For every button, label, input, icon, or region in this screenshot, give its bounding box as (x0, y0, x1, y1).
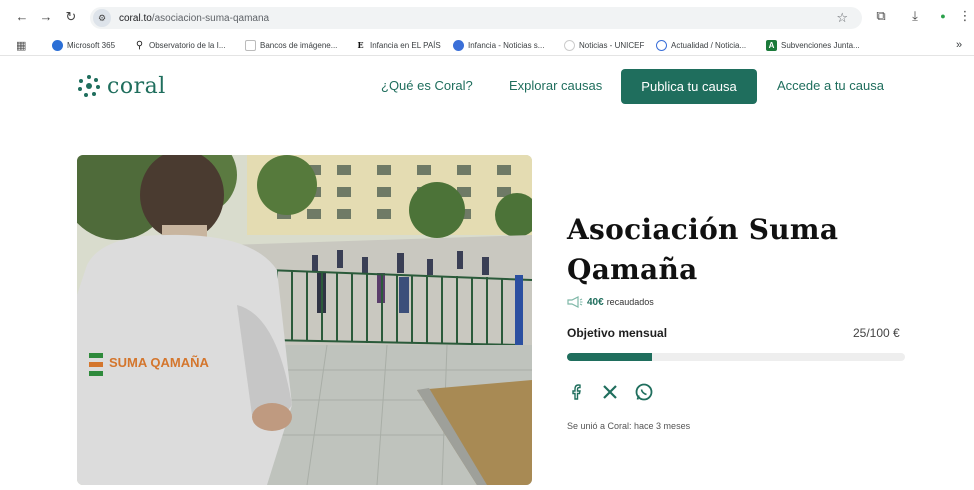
reload-icon[interactable]: ↻ (63, 9, 79, 25)
megaphone-icon (567, 296, 583, 308)
monthly-goal-value: 25/100 € (853, 326, 900, 340)
globe-icon (453, 39, 464, 51)
pin-icon: ⚲ (135, 39, 144, 51)
image-bank-icon (245, 39, 256, 51)
el-pais-icon: E (357, 39, 364, 50)
goal-progress-fill (567, 353, 652, 361)
bookmark-subvenciones[interactable]: A Subvenciones Junta... (766, 38, 860, 52)
back-arrow-icon[interactable]: ← (14, 9, 30, 25)
bookmark-label: Bancos de imágene... (260, 40, 338, 50)
news-icon (656, 39, 667, 51)
unicef-icon (564, 39, 575, 51)
address-bar[interactable]: ⚙ coral.to/asociacion-suma-qamana ☆ (90, 7, 862, 29)
bookmark-actualidad[interactable]: Actualidad / Noticia... (656, 38, 746, 52)
nav-que-es-coral[interactable]: ¿Qué es Coral? (381, 78, 473, 93)
cause-title: Asociación Suma Qamaña (567, 213, 839, 286)
bookmark-infancia-noticias[interactable]: Infancia - Noticias s... (453, 38, 544, 52)
bookmark-label: Observatorio de la I... (149, 40, 226, 50)
x-icon[interactable] (600, 382, 620, 402)
download-icon[interactable]: ⤓ (906, 8, 924, 24)
junta-icon: A (766, 39, 777, 51)
menu-dots-icon[interactable]: ⋮ (956, 8, 974, 24)
site-info-icon[interactable]: ⚙ (93, 9, 111, 27)
bookmark-observatorio[interactable]: ⚲ Observatorio de la I... (134, 38, 226, 52)
profile-icon[interactable]: ● (934, 8, 952, 24)
forward-arrow-icon[interactable]: → (38, 9, 54, 25)
goal-progress-bar (567, 353, 905, 361)
more-bookmarks-button[interactable]: » (956, 38, 962, 52)
brand-name: coral (107, 73, 166, 99)
raised-summary: 40€ recaudados (567, 295, 654, 309)
bookmark-label: Actualidad / Noticia... (671, 40, 747, 50)
bookmarks-bar: ▦ Microsoft 365 ⚲ Observatorio de la I..… (0, 34, 974, 56)
whatsapp-icon[interactable] (634, 382, 654, 402)
apps-grid-icon[interactable]: ▦ (16, 38, 26, 52)
bookmark-label: Infancia en EL PAÍS (370, 40, 441, 50)
coral-logo[interactable]: coral (77, 72, 166, 100)
joined-date: Se unió a Coral: hace 3 meses (567, 421, 691, 431)
cause-photo: SUMA QAMAÑA (77, 155, 532, 485)
nav-access-cause[interactable]: Accede a tu causa (777, 78, 884, 93)
facebook-icon[interactable] (567, 382, 587, 402)
nav-explorar-causas[interactable]: Explorar causas (509, 78, 602, 93)
url-text[interactable]: coral.to/asociacion-suma-qamana (119, 13, 269, 24)
vest-logo-text: SUMA QAMAÑA (109, 355, 210, 370)
bookmark-el-pais[interactable]: E Infancia en EL PAÍS (355, 38, 441, 52)
raised-label: recaudados (606, 297, 654, 307)
microsoft-365-icon (52, 39, 63, 51)
bookmark-label: Subvenciones Junta... (781, 40, 860, 50)
bookmark-label: Infancia - Noticias s... (468, 40, 545, 50)
bookmark-star-icon[interactable]: ☆ (836, 10, 848, 26)
bookmark-microsoft-365[interactable]: Microsoft 365 (52, 38, 115, 52)
bookmark-unicef[interactable]: Noticias - UNICEF (564, 38, 644, 52)
publish-cause-button[interactable]: Publica tu causa (621, 69, 757, 104)
extensions-icon[interactable]: ⧉ (872, 8, 890, 24)
browser-toolbar: ← → ↻ ⚙ coral.to/asociacion-suma-qamana … (0, 0, 974, 34)
coral-logo-icon (78, 75, 100, 97)
bookmark-bancos[interactable]: Bancos de imágene... (245, 38, 337, 52)
bookmark-label: Microsoft 365 (67, 40, 116, 50)
monthly-goal-label: Objetivo mensual (567, 326, 668, 340)
raised-amount: 40€ (587, 296, 604, 308)
bookmark-label: Noticias - UNICEF (579, 40, 645, 50)
